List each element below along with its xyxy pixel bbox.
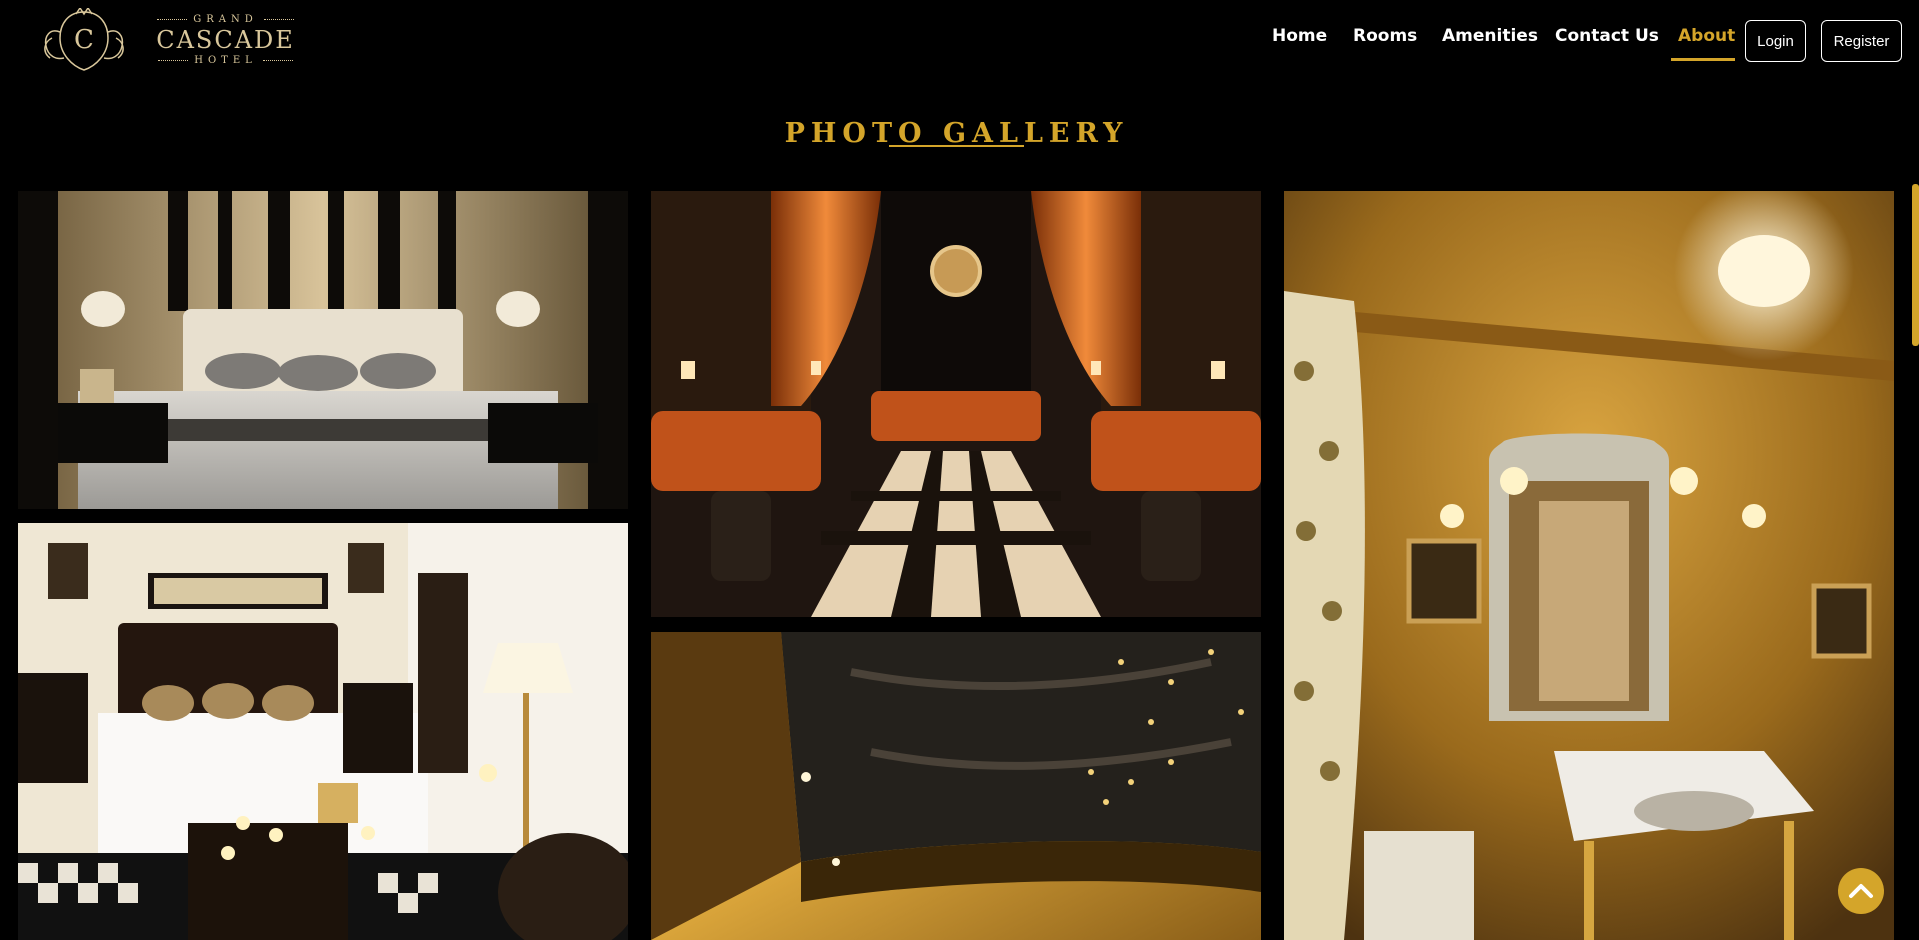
- logo-bottom-line: HOTEL: [138, 55, 313, 66]
- navbar: C GRAND CASCADE HOTEL Home Rooms Ameniti…: [0, 0, 1919, 80]
- chevron-up-icon: [1849, 884, 1873, 898]
- logo-name: CASCADE: [156, 26, 295, 54]
- lobby-lounge-image: [651, 191, 1261, 617]
- nav-contact-us[interactable]: Contact Us: [1555, 26, 1659, 46]
- active-nav-indicator: [1671, 58, 1735, 61]
- gallery-photo-powder-room[interactable]: [1284, 191, 1894, 940]
- nav-about[interactable]: About: [1678, 26, 1735, 46]
- gallery-photo-lobby-lounge[interactable]: [651, 191, 1261, 617]
- powder-room-image: [1284, 191, 1894, 940]
- ornate-ceiling-image: [651, 632, 1261, 940]
- svg-text:C: C: [74, 25, 94, 55]
- login-button[interactable]: Login: [1745, 20, 1806, 62]
- gallery-photo-candlelit-bedroom[interactable]: [18, 523, 628, 940]
- scrollbar-thumb[interactable]: [1912, 184, 1919, 346]
- suite-bedroom-image: [18, 191, 628, 509]
- gallery-photo-suite-bedroom[interactable]: [18, 191, 628, 509]
- nav-rooms[interactable]: Rooms: [1353, 26, 1417, 46]
- register-button[interactable]: Register: [1821, 20, 1902, 62]
- back-to-top-button[interactable]: [1838, 868, 1884, 914]
- candlelit-bedroom-image: [18, 523, 628, 940]
- logo-top-line: GRAND: [138, 14, 313, 25]
- nav-home[interactable]: Home: [1272, 26, 1327, 46]
- crest-icon: C: [44, 8, 124, 71]
- nav-amenities[interactable]: Amenities: [1442, 26, 1538, 46]
- gallery-photo-ornate-ceiling[interactable]: [651, 632, 1261, 940]
- logo-wordmark: GRAND CASCADE HOTEL: [138, 14, 313, 66]
- hotel-logo[interactable]: C GRAND CASCADE HOTEL: [38, 8, 293, 76]
- title-underline: [889, 145, 1024, 147]
